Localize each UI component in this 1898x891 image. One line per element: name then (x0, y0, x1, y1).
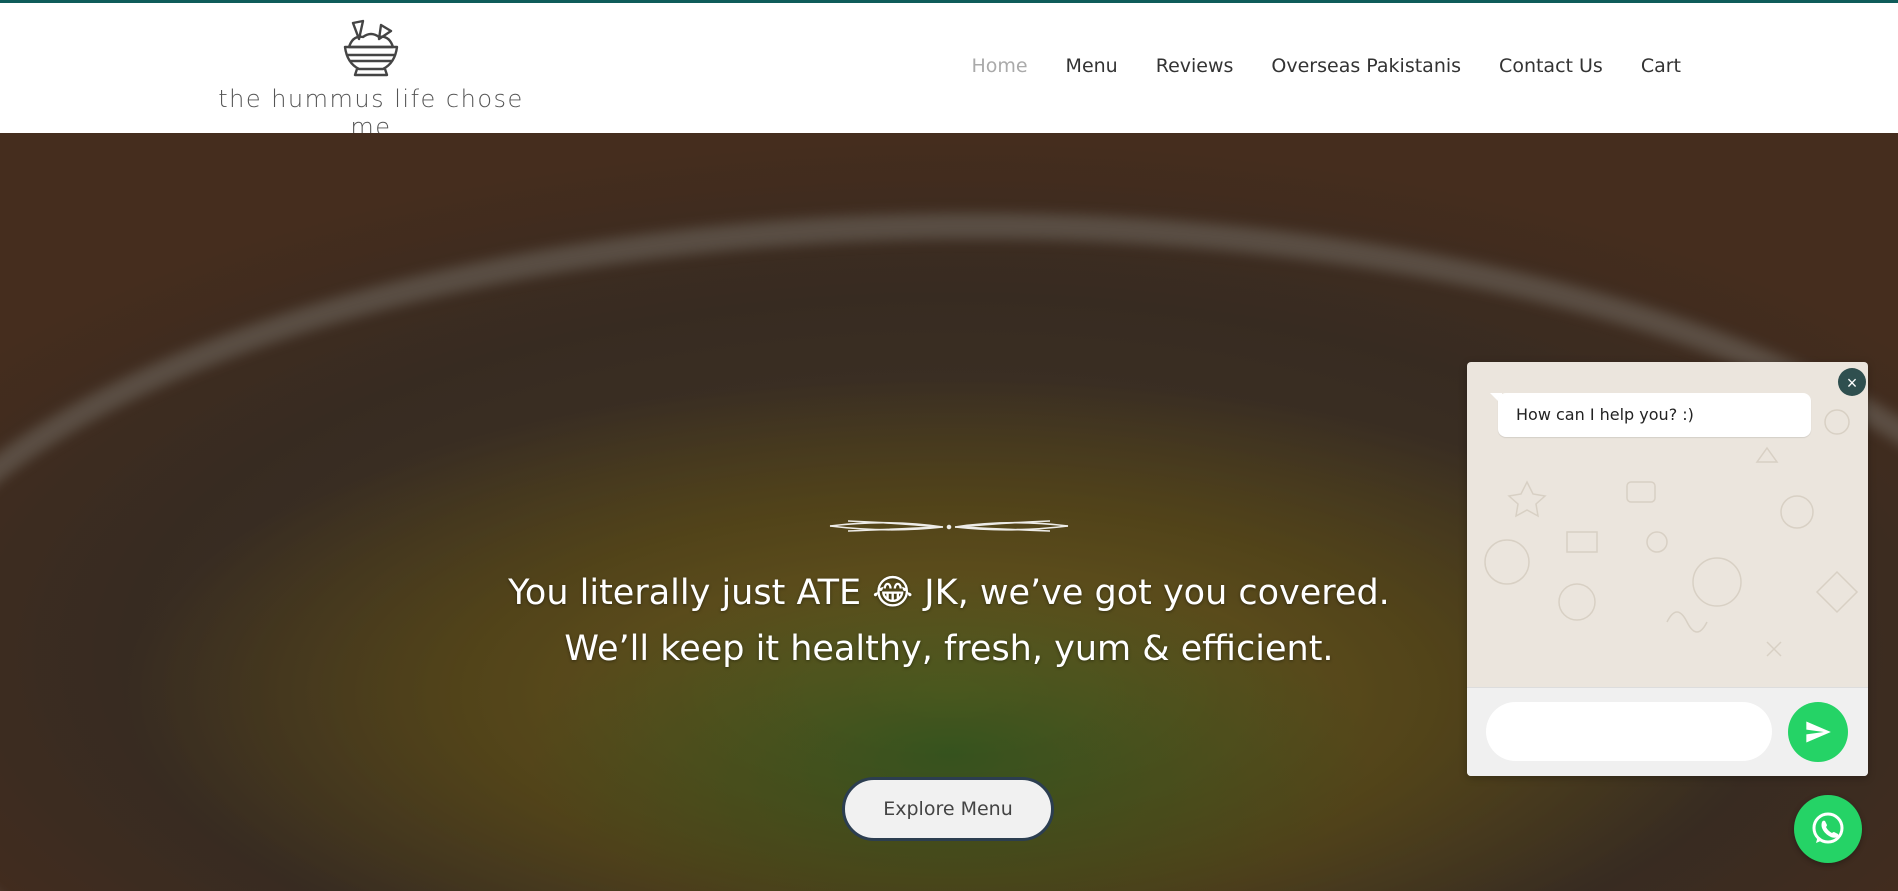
nav-overseas-pakistanis[interactable]: Overseas Pakistanis (1271, 55, 1461, 77)
explore-menu-button[interactable]: Explore Menu (842, 777, 1054, 841)
chat-footer (1467, 687, 1868, 776)
nav-home[interactable]: Home (971, 55, 1027, 77)
whatsapp-icon (1812, 812, 1844, 844)
main-nav: Home Menu Reviews Overseas Pakistanis Co… (971, 55, 1681, 77)
chat-widget: × How can I help you? :) (1467, 362, 1868, 776)
whatsapp-floating-button[interactable] (1794, 795, 1862, 863)
hummus-bowl-icon (343, 19, 399, 77)
logo[interactable]: the hummus life chose me (196, 17, 546, 141)
site-header: the hummus life chose me Home Menu Revie… (0, 3, 1898, 141)
chat-greeting-bubble: How can I help you? :) (1498, 393, 1811, 437)
nav-reviews[interactable]: Reviews (1156, 55, 1234, 77)
nav-contact-us[interactable]: Contact Us (1499, 55, 1603, 77)
chat-send-button[interactable] (1788, 702, 1848, 762)
chat-close-button[interactable]: × (1838, 368, 1866, 396)
nav-menu[interactable]: Menu (1066, 55, 1118, 77)
decorative-divider-icon (829, 520, 1069, 532)
chat-message-input[interactable] (1486, 702, 1772, 761)
send-icon (1806, 721, 1831, 743)
nav-cart[interactable]: Cart (1641, 55, 1681, 77)
